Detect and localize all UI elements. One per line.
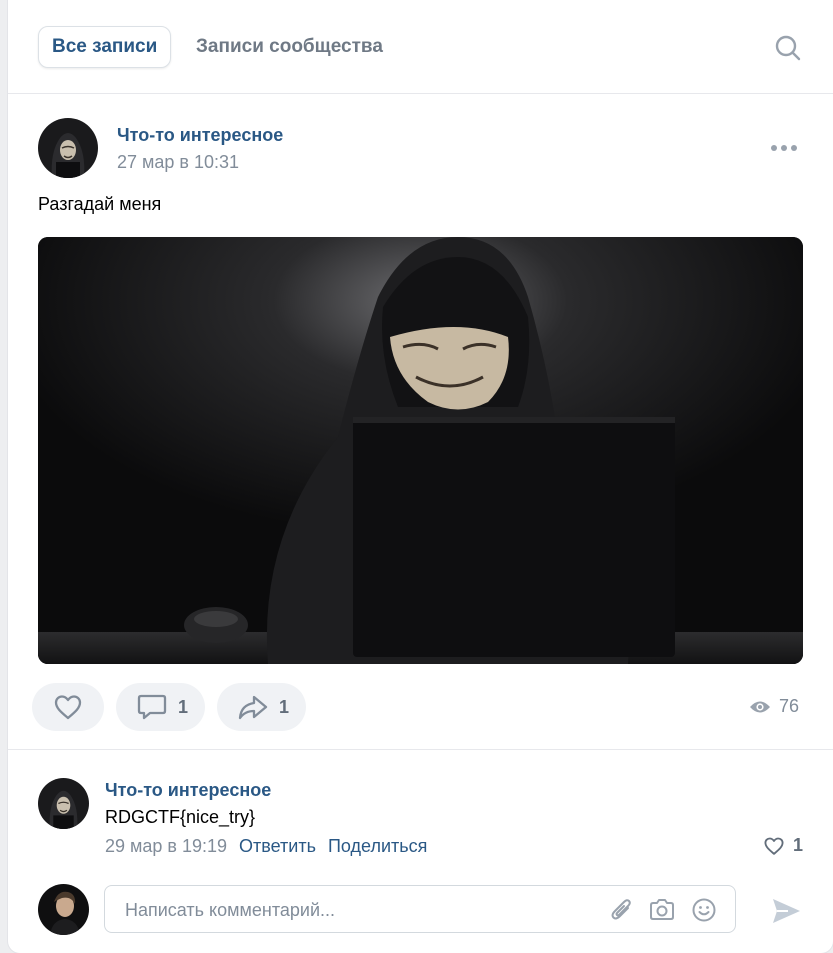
divider xyxy=(8,749,833,750)
like-button[interactable] xyxy=(32,683,104,731)
current-user-avatar[interactable] xyxy=(38,884,89,935)
views-counter: 76 xyxy=(749,696,799,717)
comment-text: RDGCTF{nice_try} xyxy=(105,807,256,827)
tab-community-posts[interactable]: Записи сообщества xyxy=(196,36,383,58)
heart-icon xyxy=(54,695,82,720)
comment-like-count: 1 xyxy=(793,835,804,855)
post-author-avatar[interactable] xyxy=(38,118,98,178)
comment-meta: 29 мар в 19:19 Ответить Поделиться xyxy=(105,836,427,857)
wall-card: Все записи Записи сообщества Что-то инте… xyxy=(8,0,833,953)
share-count: 1 xyxy=(279,696,290,717)
comment-author-avatar[interactable] xyxy=(38,778,89,829)
comment-count: 1 xyxy=(178,696,189,717)
paperclip-icon[interactable] xyxy=(609,897,635,923)
wall-tabs: Все записи Записи сообщества xyxy=(8,0,833,94)
more-options-icon[interactable] xyxy=(768,136,800,160)
send-icon[interactable] xyxy=(770,896,802,926)
comment-date[interactable]: 29 мар в 19:19 xyxy=(105,836,227,857)
comment-like-button[interactable]: 1 xyxy=(763,835,803,856)
post-text: Разгадай меня xyxy=(38,194,162,214)
share-icon xyxy=(238,695,268,720)
tab-all-posts[interactable]: Все записи xyxy=(38,26,172,68)
eye-icon xyxy=(750,701,770,712)
views-count: 76 xyxy=(779,696,800,716)
reply-link[interactable]: Ответить xyxy=(239,836,316,857)
post-author-name[interactable]: Что-то интересное xyxy=(117,125,283,146)
search-icon[interactable] xyxy=(774,34,802,62)
comment-author-name[interactable]: Что-то интересное xyxy=(105,780,271,801)
comment-icon xyxy=(137,694,167,720)
heart-icon xyxy=(764,837,784,855)
share-button[interactable]: 1 xyxy=(217,683,306,731)
comment-input[interactable] xyxy=(123,896,597,924)
comment-button[interactable]: 1 xyxy=(116,683,205,731)
post-date[interactable]: 27 мар в 10:31 xyxy=(117,152,239,173)
comment-share-link[interactable]: Поделиться xyxy=(328,836,427,857)
comment-input-box xyxy=(104,885,736,933)
camera-icon[interactable] xyxy=(648,897,674,923)
post-image[interactable] xyxy=(38,237,803,664)
emoji-icon[interactable] xyxy=(691,897,717,923)
